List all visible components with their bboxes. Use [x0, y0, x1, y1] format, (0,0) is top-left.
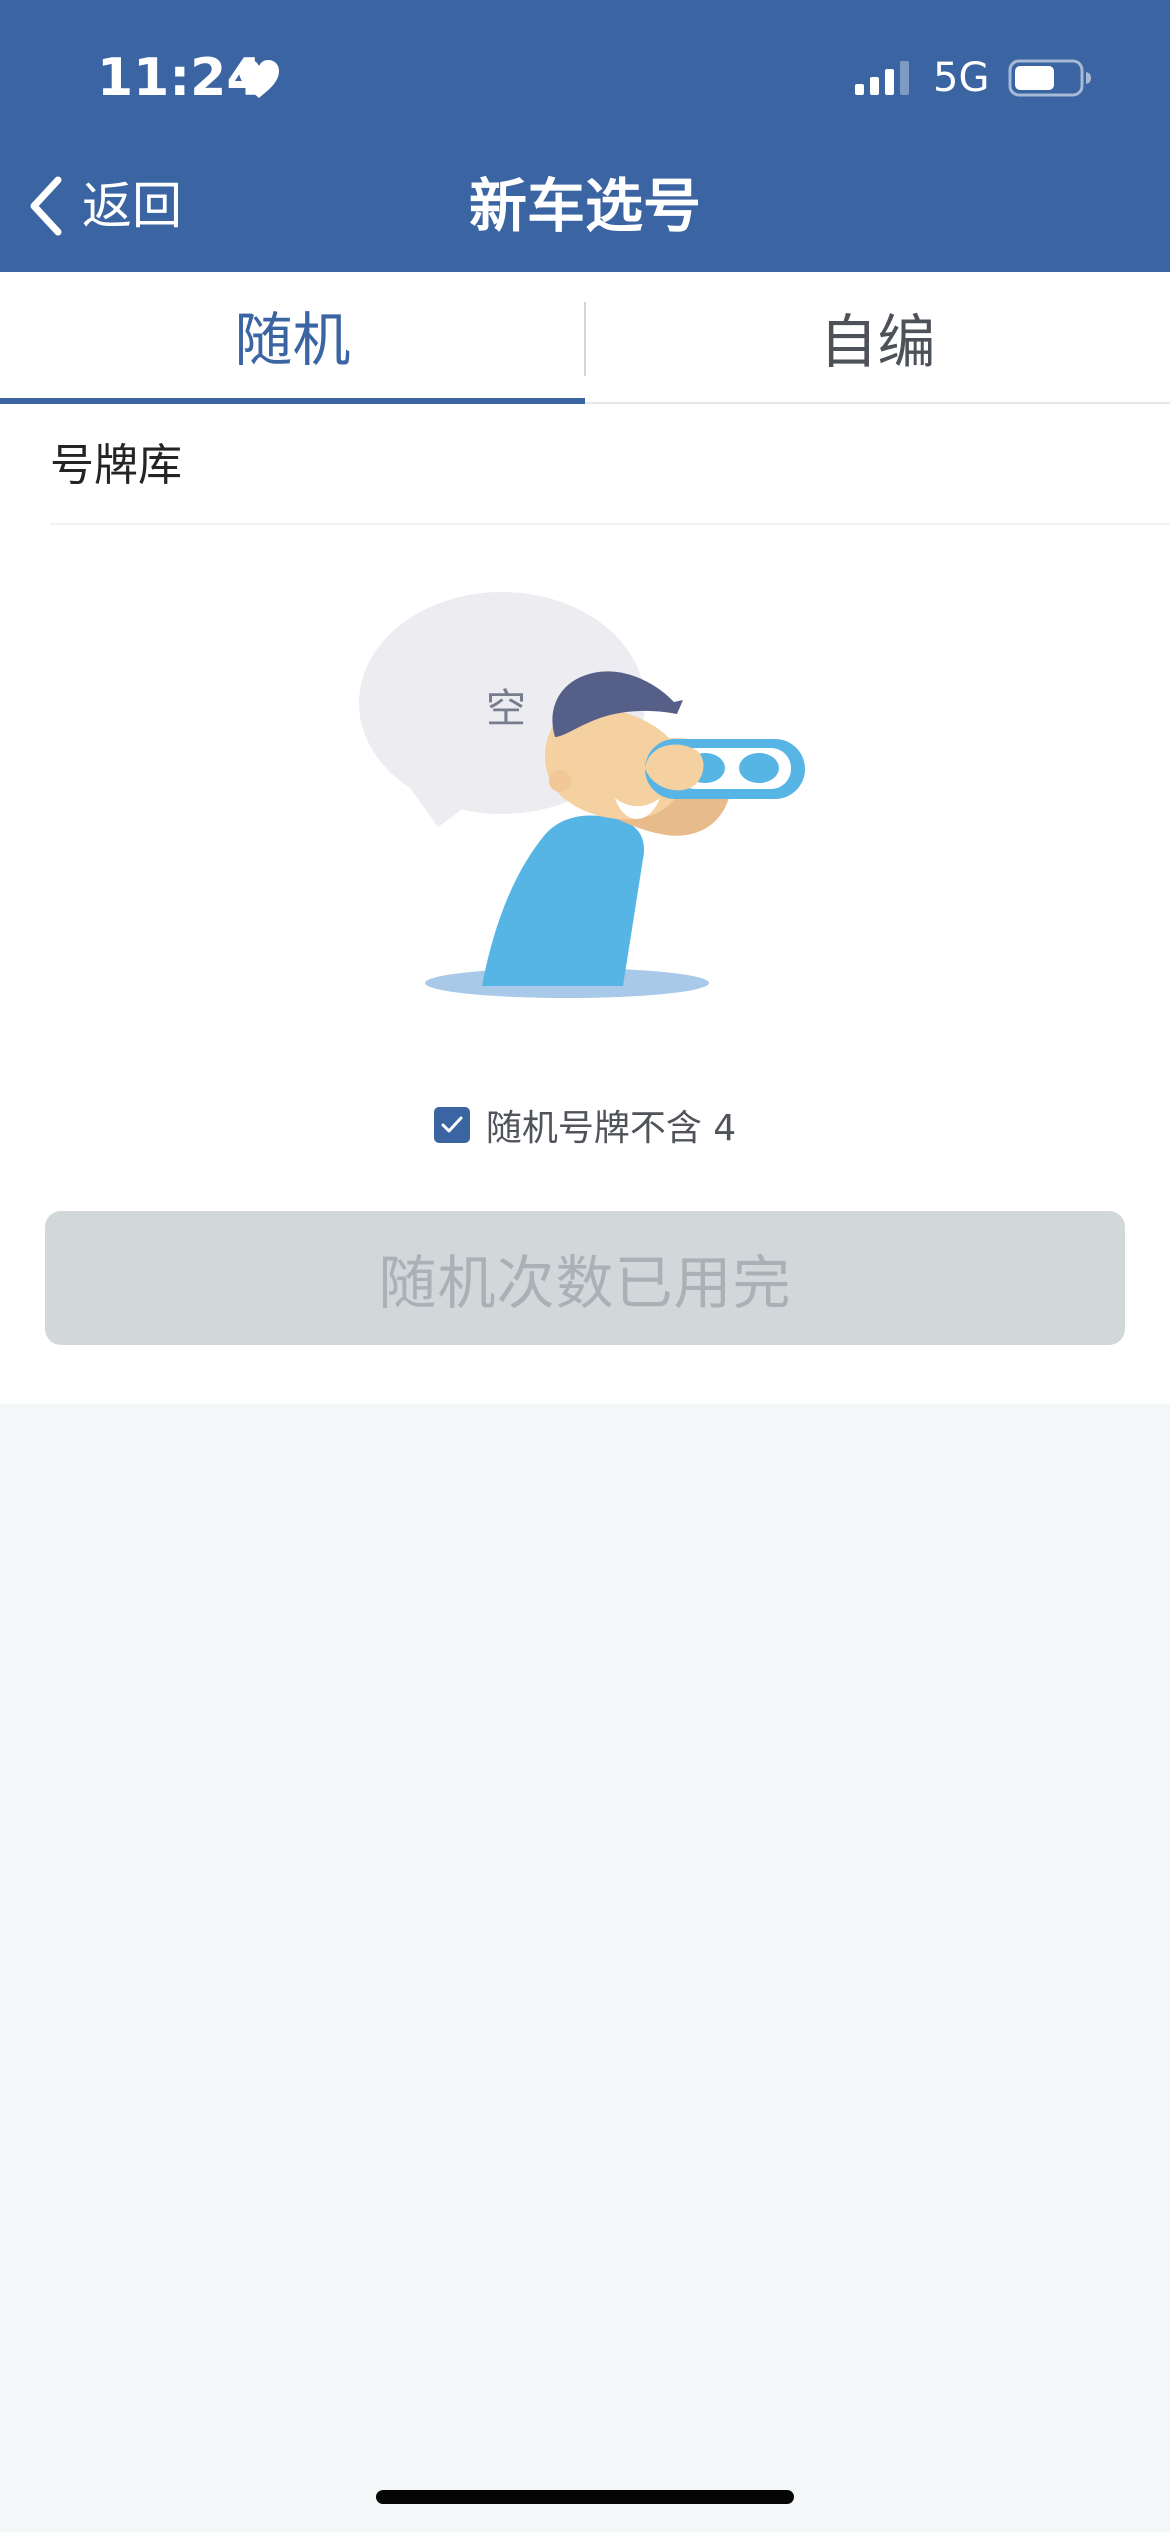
tab-custom[interactable]: 自编	[585, 272, 1170, 402]
exclude-four-option[interactable]: 随机号牌不含 4	[0, 1100, 1170, 1150]
status-bar: 11:24 5G	[0, 0, 1170, 150]
signal-bars-icon	[855, 61, 909, 95]
tab-random[interactable]: 随机	[0, 272, 585, 404]
tab-divider	[584, 302, 586, 376]
person-ear	[549, 770, 571, 792]
exclude-four-checkbox[interactable]	[433, 1107, 470, 1143]
plate-library-label: 号牌库	[50, 440, 182, 491]
plate-selection-content: 随机 自编 号牌库 空 随机号牌不含 4 随机次数已用完	[0, 272, 1170, 1404]
person-body	[482, 815, 644, 986]
section-divider	[50, 523, 1170, 525]
page-title: 新车选号	[468, 172, 701, 240]
home-indicator[interactable]	[376, 2490, 794, 2504]
binocular-right-lens	[739, 753, 779, 783]
empty-state-illustration: 空	[359, 592, 805, 998]
network-type: 5G	[933, 55, 990, 101]
app-header: 11:24 5G 返回 新车选号	[0, 0, 1170, 272]
checkmark-icon	[441, 1116, 463, 1133]
random-selection-button[interactable]: 随机次数已用完	[45, 1211, 1125, 1345]
empty-label: 空	[486, 686, 526, 732]
navigation-bar: 返回 新车选号	[0, 160, 1170, 250]
heart-icon	[239, 60, 279, 98]
battery-icon	[1008, 59, 1091, 97]
selection-mode-tabs: 随机 自编	[0, 272, 1170, 404]
exclude-four-label: 随机号牌不含 4	[485, 1108, 737, 1149]
